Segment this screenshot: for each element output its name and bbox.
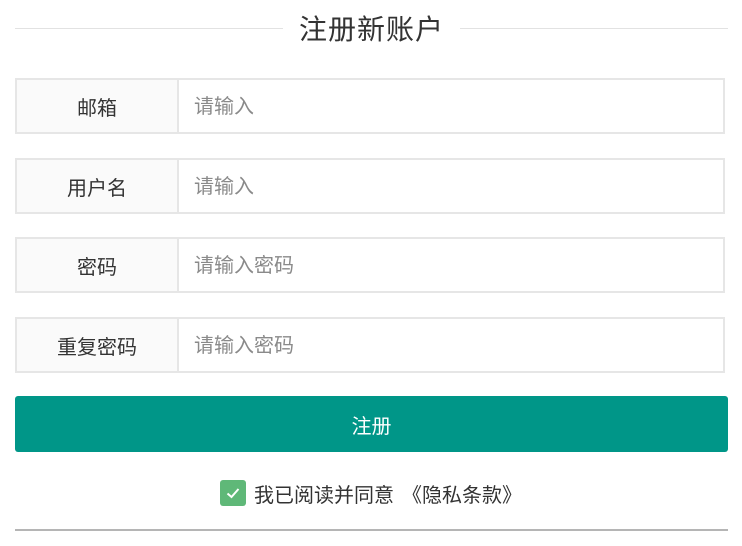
form-title-row: 注册新账户 bbox=[15, 8, 729, 48]
agree-text: 我已阅读并同意 bbox=[254, 482, 394, 507]
username-label: 用户名 bbox=[15, 158, 179, 214]
title-divider-right bbox=[460, 27, 729, 29]
username-row: 用户名 bbox=[15, 158, 725, 214]
title-divider-left bbox=[15, 27, 283, 29]
password-label: 密码 bbox=[15, 237, 179, 293]
privacy-terms-link[interactable]: 《隐私条款》 bbox=[402, 479, 522, 508]
password-field[interactable] bbox=[179, 237, 725, 293]
confirm-password-label: 重复密码 bbox=[15, 317, 179, 373]
confirm-password-row: 重复密码 bbox=[15, 317, 725, 373]
register-page: 注册新账户 邮箱 用户名 密码 重复密码 注册 我已阅读并同意 《隐私条款》 bbox=[0, 0, 742, 546]
bottom-divider bbox=[15, 529, 728, 531]
page-title: 注册新账户 bbox=[299, 13, 445, 46]
email-row: 邮箱 bbox=[15, 78, 725, 134]
username-field[interactable] bbox=[179, 158, 725, 214]
password-row: 密码 bbox=[15, 237, 725, 293]
check-icon bbox=[226, 488, 240, 499]
email-label: 邮箱 bbox=[15, 78, 179, 134]
agree-checkbox[interactable] bbox=[220, 480, 246, 506]
email-field[interactable] bbox=[179, 78, 725, 134]
agree-row: 我已阅读并同意 《隐私条款》 bbox=[0, 478, 742, 508]
register-button[interactable]: 注册 bbox=[15, 396, 728, 452]
confirm-password-field[interactable] bbox=[179, 317, 725, 373]
